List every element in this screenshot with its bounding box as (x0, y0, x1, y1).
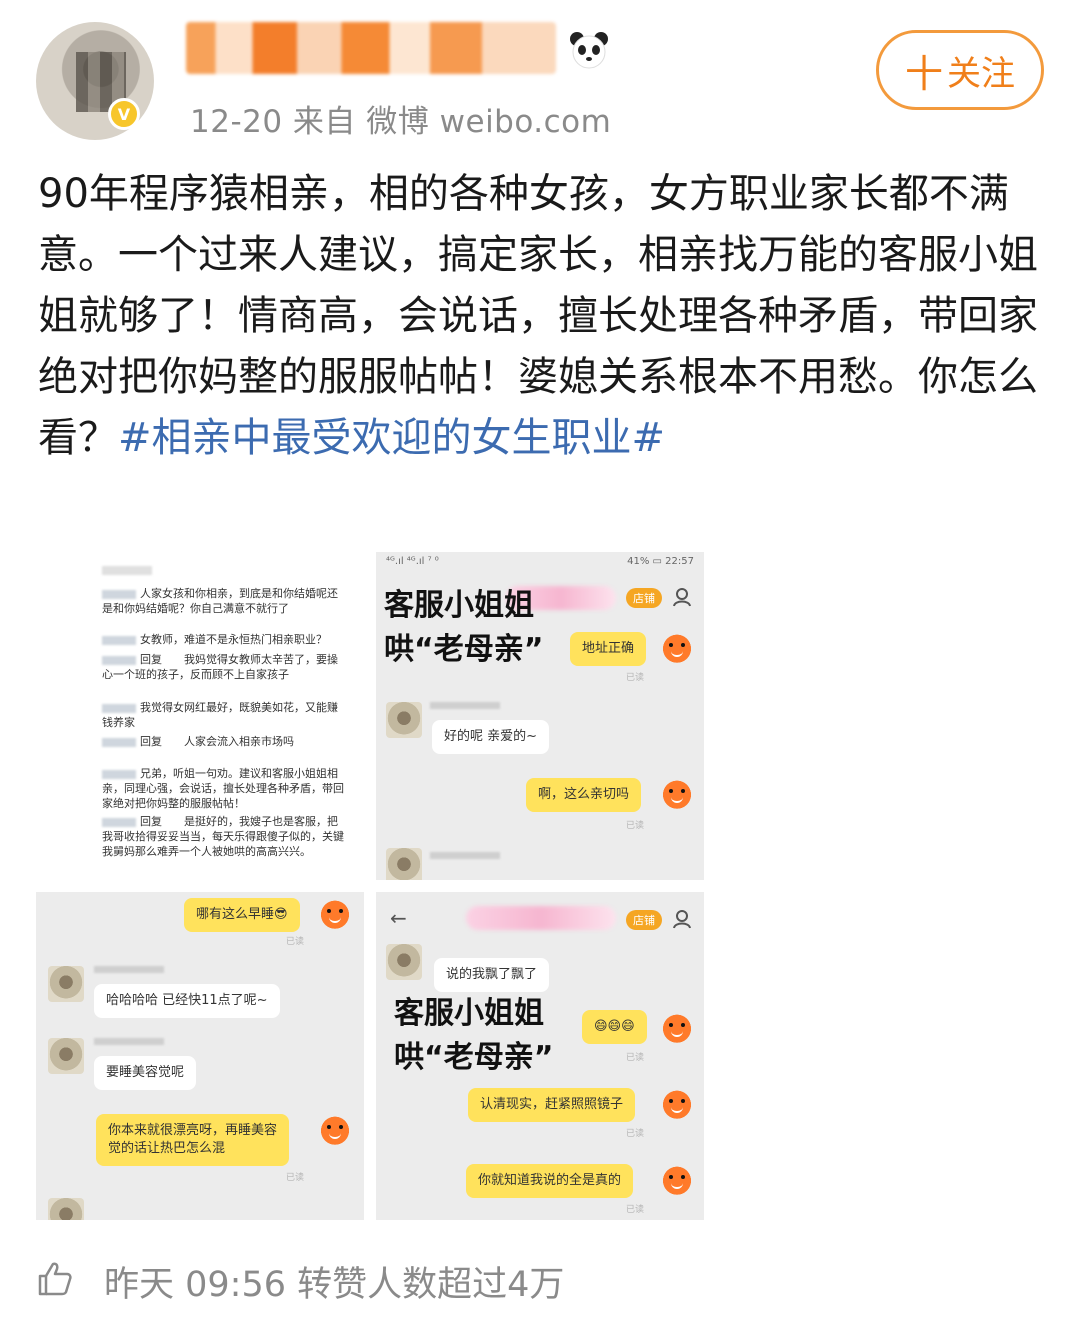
follow-button[interactable]: 十 关注 (876, 30, 1044, 110)
chat-bubble-user: 好的呢 亲爱的~ (432, 720, 550, 754)
comment-4: 我觉得女网红最好，既貌美如花，又能赚钱养家 (102, 701, 338, 729)
hashtag-link[interactable]: #相亲中最受欢迎的女生职业# (118, 415, 665, 461)
comment-6: 兄弟，听姐一句劝。建议和客服小姐姐相亲，同理心强，会说话，擅长处理各种矛盾，带回… (102, 767, 344, 810)
footer-stats: 昨天 09:56 转赞人数超过4万 (104, 1265, 565, 1305)
person-icon[interactable] (672, 586, 694, 608)
comment-5: 回复 人家会流入相亲市场吗 (102, 734, 344, 749)
comment-7: 回复 是挺好的，我嫂子也是客服，把我哥收拾得妥妥当当，每天乐得跟傻子似的，关键我… (102, 815, 344, 858)
agent-avatar-icon (660, 1086, 694, 1120)
user-avatar-small (386, 702, 422, 738)
thumbs-up-icon[interactable] (36, 1260, 74, 1298)
person-icon[interactable] (672, 908, 694, 930)
user-avatar-small (386, 944, 422, 980)
chat-bubble-agent: 地址正确 (570, 632, 647, 666)
comment-3: 回复 我妈觉得女教师太辛苦了，要操心一个班的孩子，反而顾不上自家孩子 (102, 653, 338, 681)
user-avatar-small (48, 1038, 84, 1074)
agent-avatar-icon (660, 1162, 694, 1196)
image-chat-1[interactable]: ⁴ᴳ.ıl ⁴ᴳ.ıl ⁷ ⁰ 41% ▭ 22:57 店铺 客服小姐姐 哄“老母… (376, 552, 704, 880)
chat-bubble-agent: 你本来就很漂亮呀，再睡美容 觉的话让热巴怎么混 (96, 1114, 290, 1166)
user-avatar-small (386, 848, 422, 880)
user-avatar-small (48, 1198, 84, 1220)
overlay-title-line2: 哄“老母亲” (384, 632, 544, 667)
shop-button[interactable]: 店铺 (626, 588, 662, 608)
shop-name-blurred (466, 906, 616, 930)
post-text: 90年程序猿相亲，相的各种女孩，女方职业家长都不满意。一个过来人建议，搞定家长，… (38, 164, 1043, 469)
comment-2: 女教师，难道不是永恒热门相亲职业？ (102, 632, 344, 647)
chat-bubble-user: 说的我飘了飘了 (434, 958, 550, 992)
chat-bubble-agent: 啊，这么亲切吗 (526, 778, 642, 812)
comment-1: 人家女孩和你相亲，到底是和你结婚呢还是和你妈结婚呢？你自己满意不就行了 (102, 587, 338, 615)
panda-emoji-icon (570, 32, 608, 69)
status-bar: ⁴ᴳ.ıl ⁴ᴳ.ıl ⁷ ⁰ 41% ▭ 22:57 (386, 556, 694, 567)
chat-bubble-user: 哈哈哈哈 已经快11点了呢~ (94, 984, 280, 1018)
agent-avatar-icon (318, 1112, 352, 1146)
overlay-title-line1: 客服小姐姐 (384, 588, 534, 623)
chat-bubble-agent: 😄😄😄 (582, 1010, 647, 1044)
chat-bubble-agent: 你就知道我说的全是真的 (466, 1164, 634, 1198)
chat-bubble-user: 要睡美容觉呢 (94, 1056, 197, 1090)
post-meta: 12-20 来自 微博 weibo.com (190, 104, 612, 140)
image-chat-2[interactable]: 哪有这么早睡😎 已读 哈哈哈哈 已经快11点了呢~ 要睡美容觉呢 你本来就很漂亮… (36, 892, 364, 1220)
back-arrow-icon[interactable]: ← (390, 906, 407, 930)
agent-avatar-icon (660, 630, 694, 664)
overlay-title-line2: 哄“老母亲” (394, 1040, 554, 1075)
agent-avatar-icon (660, 1010, 694, 1044)
overlay-title-line1: 客服小姐姐 (394, 996, 544, 1031)
username-blurred[interactable] (186, 22, 556, 74)
image-chat-3[interactable]: ← 店铺 说的我飘了飘了 客服小姐姐 哄“老母亲” 😄😄😄 已读 认清现实，赶紧… (376, 892, 704, 1220)
verified-badge-icon: V (108, 98, 140, 130)
agent-avatar-icon (318, 896, 352, 930)
chat-bubble-agent: 哪有这么早睡😎 (184, 898, 300, 932)
chat-bubble-agent: 认清现实，赶紧照照镜子 (468, 1088, 636, 1122)
plus-icon: 十 (904, 51, 943, 96)
agent-avatar-icon (660, 776, 694, 810)
follow-label: 关注 (947, 53, 1015, 94)
image-comments[interactable]: 人家女孩和你相亲，到底是和你结婚呢还是和你妈结婚呢？你自己满意不就行了 女教师，… (94, 552, 352, 880)
shop-button[interactable]: 店铺 (626, 910, 662, 930)
user-avatar-small (48, 966, 84, 1002)
